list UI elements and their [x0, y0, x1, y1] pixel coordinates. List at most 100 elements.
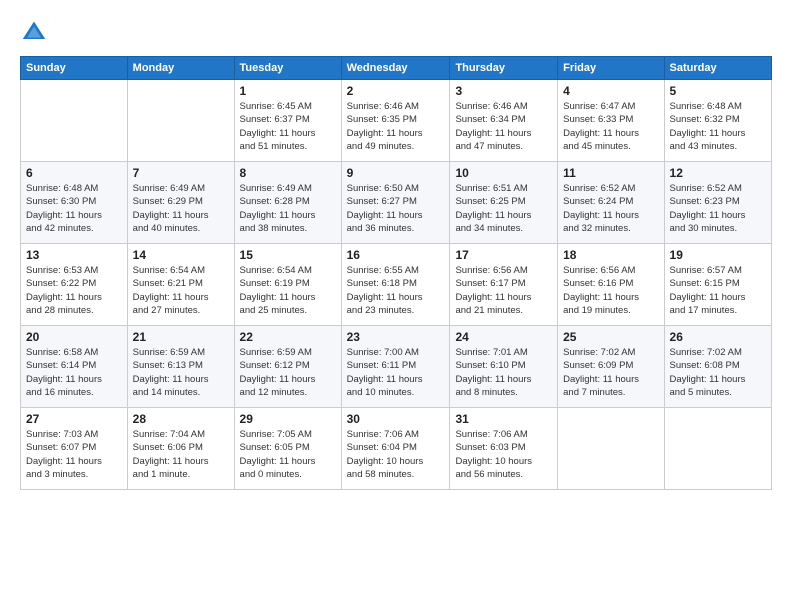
day-number: 16 [347, 248, 445, 262]
page: SundayMondayTuesdayWednesdayThursdayFrid… [0, 0, 792, 500]
day-info: Sunrise: 7:05 AM Sunset: 6:05 PM Dayligh… [240, 428, 336, 481]
day-cell: 18 Sunrise: 6:56 AM Sunset: 6:16 PM Dayli… [558, 244, 664, 326]
day-cell: 16Sunrise: 6:55 AM Sunset: 6:18 PM Dayli… [341, 244, 450, 326]
day-cell: 25 Sunrise: 7:02 AM Sunset: 6:09 PM Dayli… [558, 326, 664, 408]
day-number: 13 [26, 248, 122, 262]
header [20, 18, 772, 46]
day-info: Sunrise: 6:48 AM Sunset: 6:32 PM Dayligh… [670, 100, 766, 153]
day-number: 28 [133, 412, 229, 426]
day-info: Sunrise: 6:53 AM Sunset: 6:22 PM Dayligh… [26, 264, 122, 317]
header-friday: Friday [558, 57, 664, 80]
day-info: Sunrise: 7:03 AM Sunset: 6:07 PM Dayligh… [26, 428, 122, 481]
day-cell: 11 Sunrise: 6:52 AM Sunset: 6:24 PM Dayli… [558, 162, 664, 244]
day-cell: 31 Sunrise: 7:06 AM Sunset: 6:03 PM Dayli… [450, 408, 558, 490]
day-cell: 28 Sunrise: 7:04 AM Sunset: 6:06 PM Dayli… [127, 408, 234, 490]
day-info: Sunrise: 6:56 AM Sunset: 6:16 PM Dayligh… [563, 264, 658, 317]
day-info: Sunrise: 7:06 AM Sunset: 6:04 PM Dayligh… [347, 428, 445, 481]
day-info: Sunrise: 6:59 AM Sunset: 6:12 PM Dayligh… [240, 346, 336, 399]
day-cell: 6 Sunrise: 6:48 AM Sunset: 6:30 PM Daylig… [21, 162, 128, 244]
day-info: Sunrise: 6:47 AM Sunset: 6:33 PM Dayligh… [563, 100, 658, 153]
day-cell: 10Sunrise: 6:51 AM Sunset: 6:25 PM Dayli… [450, 162, 558, 244]
day-cell: 14 Sunrise: 6:54 AM Sunset: 6:21 PM Dayli… [127, 244, 234, 326]
day-number: 30 [347, 412, 445, 426]
week-row-3: 20 Sunrise: 6:58 AM Sunset: 6:14 PM Dayli… [21, 326, 772, 408]
day-info: Sunrise: 6:49 AM Sunset: 6:29 PM Dayligh… [133, 182, 229, 235]
day-cell: 12 Sunrise: 6:52 AM Sunset: 6:23 PM Dayli… [664, 162, 771, 244]
day-cell: 30 Sunrise: 7:06 AM Sunset: 6:04 PM Dayli… [341, 408, 450, 490]
day-number: 29 [240, 412, 336, 426]
day-cell: 17 Sunrise: 6:56 AM Sunset: 6:17 PM Dayli… [450, 244, 558, 326]
day-info: Sunrise: 6:45 AM Sunset: 6:37 PM Dayligh… [240, 100, 336, 153]
day-info: Sunrise: 6:54 AM Sunset: 6:21 PM Dayligh… [133, 264, 229, 317]
day-cell: 3 Sunrise: 6:46 AM Sunset: 6:34 PM Daylig… [450, 80, 558, 162]
day-number: 3 [455, 84, 552, 98]
day-cell: 9Sunrise: 6:50 AM Sunset: 6:27 PM Daylig… [341, 162, 450, 244]
day-number: 24 [455, 330, 552, 344]
calendar: SundayMondayTuesdayWednesdayThursdayFrid… [20, 56, 772, 490]
day-cell: 29 Sunrise: 7:05 AM Sunset: 6:05 PM Dayli… [234, 408, 341, 490]
day-cell: 15Sunrise: 6:54 AM Sunset: 6:19 PM Dayli… [234, 244, 341, 326]
day-cell: 27 Sunrise: 7:03 AM Sunset: 6:07 PM Dayli… [21, 408, 128, 490]
day-number: 17 [455, 248, 552, 262]
day-number: 4 [563, 84, 658, 98]
header-wednesday: Wednesday [341, 57, 450, 80]
day-number: 14 [133, 248, 229, 262]
day-info: Sunrise: 6:52 AM Sunset: 6:23 PM Dayligh… [670, 182, 766, 235]
day-info: Sunrise: 7:06 AM Sunset: 6:03 PM Dayligh… [455, 428, 552, 481]
day-number: 31 [455, 412, 552, 426]
day-number: 8 [240, 166, 336, 180]
header-sunday: Sunday [21, 57, 128, 80]
day-info: Sunrise: 6:50 AM Sunset: 6:27 PM Dayligh… [347, 182, 445, 235]
day-number: 6 [26, 166, 122, 180]
header-thursday: Thursday [450, 57, 558, 80]
day-info: Sunrise: 6:57 AM Sunset: 6:15 PM Dayligh… [670, 264, 766, 317]
day-number: 26 [670, 330, 766, 344]
day-number: 22 [240, 330, 336, 344]
day-number: 27 [26, 412, 122, 426]
week-row-2: 13 Sunrise: 6:53 AM Sunset: 6:22 PM Dayli… [21, 244, 772, 326]
day-number: 18 [563, 248, 658, 262]
day-number: 15 [240, 248, 336, 262]
day-number: 1 [240, 84, 336, 98]
day-cell: 8 Sunrise: 6:49 AM Sunset: 6:28 PM Daylig… [234, 162, 341, 244]
day-cell: 20 Sunrise: 6:58 AM Sunset: 6:14 PM Dayli… [21, 326, 128, 408]
day-info: Sunrise: 6:58 AM Sunset: 6:14 PM Dayligh… [26, 346, 122, 399]
day-number: 7 [133, 166, 229, 180]
day-info: Sunrise: 6:48 AM Sunset: 6:30 PM Dayligh… [26, 182, 122, 235]
day-cell: 23 Sunrise: 7:00 AM Sunset: 6:11 PM Dayli… [341, 326, 450, 408]
header-monday: Monday [127, 57, 234, 80]
calendar-header-row: SundayMondayTuesdayWednesdayThursdayFrid… [21, 57, 772, 80]
day-info: Sunrise: 6:52 AM Sunset: 6:24 PM Dayligh… [563, 182, 658, 235]
day-cell: 13 Sunrise: 6:53 AM Sunset: 6:22 PM Dayli… [21, 244, 128, 326]
day-info: Sunrise: 7:01 AM Sunset: 6:10 PM Dayligh… [455, 346, 552, 399]
day-number: 21 [133, 330, 229, 344]
day-info: Sunrise: 7:02 AM Sunset: 6:09 PM Dayligh… [563, 346, 658, 399]
logo [20, 18, 52, 46]
day-cell: 26Sunrise: 7:02 AM Sunset: 6:08 PM Dayli… [664, 326, 771, 408]
week-row-4: 27 Sunrise: 7:03 AM Sunset: 6:07 PM Dayli… [21, 408, 772, 490]
week-row-0: 1 Sunrise: 6:45 AM Sunset: 6:37 PM Daylig… [21, 80, 772, 162]
day-cell: 19Sunrise: 6:57 AM Sunset: 6:15 PM Dayli… [664, 244, 771, 326]
day-cell [558, 408, 664, 490]
day-info: Sunrise: 7:00 AM Sunset: 6:11 PM Dayligh… [347, 346, 445, 399]
day-info: Sunrise: 6:49 AM Sunset: 6:28 PM Dayligh… [240, 182, 336, 235]
day-number: 12 [670, 166, 766, 180]
day-cell [664, 408, 771, 490]
logo-icon [20, 18, 48, 46]
header-tuesday: Tuesday [234, 57, 341, 80]
day-cell: 5Sunrise: 6:48 AM Sunset: 6:32 PM Daylig… [664, 80, 771, 162]
day-number: 20 [26, 330, 122, 344]
day-number: 11 [563, 166, 658, 180]
header-saturday: Saturday [664, 57, 771, 80]
day-info: Sunrise: 6:51 AM Sunset: 6:25 PM Dayligh… [455, 182, 552, 235]
day-cell: 21Sunrise: 6:59 AM Sunset: 6:13 PM Dayli… [127, 326, 234, 408]
day-cell: 4 Sunrise: 6:47 AM Sunset: 6:33 PM Daylig… [558, 80, 664, 162]
day-info: Sunrise: 6:56 AM Sunset: 6:17 PM Dayligh… [455, 264, 552, 317]
day-number: 25 [563, 330, 658, 344]
day-info: Sunrise: 7:04 AM Sunset: 6:06 PM Dayligh… [133, 428, 229, 481]
day-cell [127, 80, 234, 162]
day-info: Sunrise: 6:46 AM Sunset: 6:34 PM Dayligh… [455, 100, 552, 153]
day-cell: 22 Sunrise: 6:59 AM Sunset: 6:12 PM Dayli… [234, 326, 341, 408]
day-cell [21, 80, 128, 162]
day-number: 23 [347, 330, 445, 344]
